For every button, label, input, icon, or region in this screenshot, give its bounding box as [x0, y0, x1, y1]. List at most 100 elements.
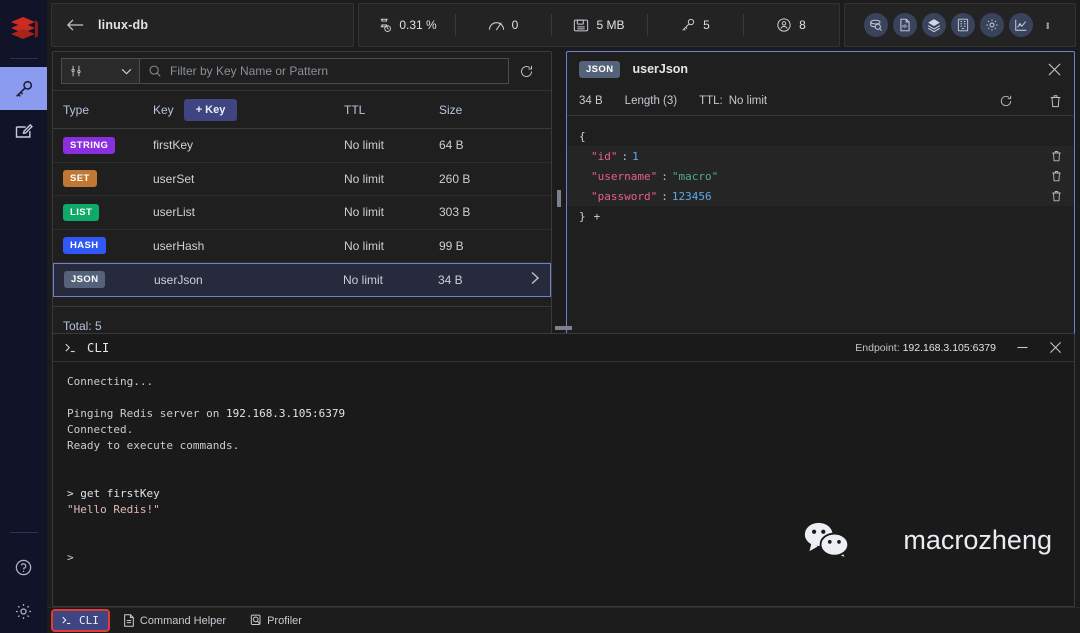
stat-ops-value: 0 — [511, 18, 519, 32]
database-name: linux-db — [98, 18, 149, 32]
json-key: "password" — [591, 189, 658, 203]
cli-endpoint-label: Endpoint: — [855, 341, 900, 354]
main-area: linux-db 0.31 % 0 5 MB 5 8 ••• Filter by… — [47, 0, 1080, 633]
key-ttl-value[interactable]: No limit — [729, 95, 767, 107]
close-icon[interactable] — [1049, 341, 1062, 354]
stat-cpu: 0.31 % — [359, 18, 455, 33]
trash-icon[interactable] — [1051, 190, 1062, 202]
key-name: userJson — [632, 62, 689, 76]
top-bar: linux-db 0.31 % 0 5 MB 5 8 ••• — [47, 0, 1080, 47]
chart-line-icon[interactable] — [1009, 13, 1033, 37]
key-size: 64 B — [439, 138, 464, 153]
cli-endpoint: Endpoint: 192.168.3.105:6379 — [855, 342, 996, 354]
table-row[interactable]: STRING firstKey No limit 64 B — [53, 129, 551, 163]
filter-sliders-icon — [69, 64, 83, 78]
sidebar-item-browser[interactable] — [0, 67, 47, 110]
stat-keys: 5 — [647, 17, 743, 33]
json-value[interactable]: 1 — [632, 150, 639, 163]
bottom-tab-bar: CLI Command Helper Profiler — [47, 607, 1080, 633]
json-separator: : — [661, 169, 668, 183]
key-detail-panel: JSON userJson 34 B Length (3) TTL: No li… — [566, 51, 1075, 351]
stat-memory: 5 MB — [551, 18, 647, 33]
layers-icon[interactable] — [922, 13, 946, 37]
redis-logo — [7, 12, 41, 46]
table-row[interactable]: HASH userHash No limit 99 B — [53, 230, 551, 263]
json-value[interactable]: "macro" — [672, 170, 718, 183]
help-button[interactable] — [0, 545, 47, 589]
add-json-field-button[interactable]: + — [594, 210, 601, 223]
stat-keys-value: 5 — [703, 18, 710, 32]
cli-line-ping-prefix: Pinging Redis server on — [67, 407, 226, 420]
table-row[interactable]: LIST userList No limit 303 B — [53, 196, 551, 230]
db-analysis-icon[interactable] — [864, 13, 888, 37]
key-ttl: No limit — [344, 171, 385, 186]
json-separator: : — [621, 149, 629, 163]
trash-icon[interactable] — [1051, 170, 1062, 182]
table-row[interactable]: SET userSet No limit 260 B — [53, 163, 551, 196]
key-size: 303 B — [439, 205, 471, 220]
tab-profiler[interactable]: Profiler — [241, 611, 311, 630]
back-arrow-icon[interactable] — [67, 18, 84, 32]
tab-cli[interactable]: CLI — [51, 609, 110, 632]
tab-profiler-label: Profiler — [267, 614, 302, 627]
cli-header: CLI Endpoint: 192.168.3.105:6379 — [53, 334, 1074, 362]
key-type-filter-select[interactable] — [61, 58, 139, 84]
stat-cpu-value: 0.31 % — [399, 18, 437, 32]
refresh-icon[interactable] — [999, 94, 1013, 108]
json-close-brace: } + — [579, 209, 601, 223]
key-name: userList — [153, 205, 196, 220]
column-header-ttl: TTL — [344, 102, 366, 117]
json-open-brace: { — [579, 129, 586, 143]
key-name: firstKey — [153, 138, 194, 153]
profiler-icon — [250, 614, 262, 627]
key-filter-field[interactable] — [139, 58, 509, 84]
memory-icon — [573, 18, 589, 33]
key-type-badge: JSON — [579, 60, 621, 78]
key-type-badge: SET — [63, 170, 97, 188]
keys-browser-panel: Type Key + Key TTL Size STRING firstKey … — [52, 51, 552, 345]
refresh-icon — [519, 64, 534, 79]
dots-vertical-icon[interactable]: ••• — [1038, 22, 1056, 28]
json-entry[interactable]: "username" : "macro" — [567, 166, 1074, 186]
stat-clients: 8 — [743, 17, 839, 33]
trash-icon[interactable] — [1049, 94, 1062, 108]
terminal-icon — [65, 342, 79, 354]
json-editor[interactable]: { "id" : 1 "username" : "macro" "passwor… — [567, 116, 1074, 350]
json-value[interactable]: 123456 — [672, 190, 712, 203]
sidebar-item-workbench[interactable] — [0, 110, 47, 153]
trash-icon[interactable] — [1051, 150, 1062, 162]
search-icon — [148, 64, 162, 78]
chevron-right-icon[interactable] — [512, 271, 540, 288]
gear-icon[interactable] — [980, 13, 1004, 37]
json-entry[interactable]: "password" : 123456 — [567, 186, 1074, 206]
settings-button[interactable] — [0, 589, 47, 633]
table-row-selected[interactable]: JSON userJson No limit 34 B — [53, 263, 551, 297]
cli-prompt[interactable]: > — [67, 551, 74, 564]
wechat-icon — [803, 488, 893, 592]
json-entry[interactable]: "id" : 1 — [567, 146, 1074, 166]
key-type-badge: JSON — [64, 271, 106, 289]
document-icon[interactable] — [893, 13, 917, 37]
tab-cli-label: CLI — [79, 614, 99, 627]
close-icon[interactable] — [1047, 62, 1062, 77]
refresh-keys-button[interactable] — [509, 64, 543, 79]
grid-icon[interactable] — [951, 13, 975, 37]
json-separator: : — [661, 189, 668, 203]
search-input[interactable] — [170, 64, 500, 78]
tab-command-helper[interactable]: Command Helper — [114, 611, 235, 630]
key-size: 260 B — [439, 171, 471, 186]
column-header-type: Type — [63, 102, 90, 117]
tools-bar: ••• — [844, 3, 1076, 47]
cli-title: CLI — [87, 340, 110, 355]
watermark-text: macrozheng — [903, 525, 1052, 555]
json-key: "id" — [591, 149, 618, 163]
cli-line-connecting: Connecting... — [67, 375, 154, 388]
cli-output[interactable]: Connecting... Pinging Redis server on 19… — [53, 362, 1074, 606]
watermark: macrozheng — [803, 488, 1052, 592]
filter-bar — [53, 52, 551, 91]
document-icon — [123, 614, 135, 627]
panel-resize-handle-horizontal[interactable] — [47, 323, 1080, 333]
add-key-button[interactable]: + Key — [183, 98, 238, 121]
minimize-icon[interactable] — [1016, 342, 1029, 353]
panel-resize-handle-vertical[interactable] — [552, 51, 566, 345]
